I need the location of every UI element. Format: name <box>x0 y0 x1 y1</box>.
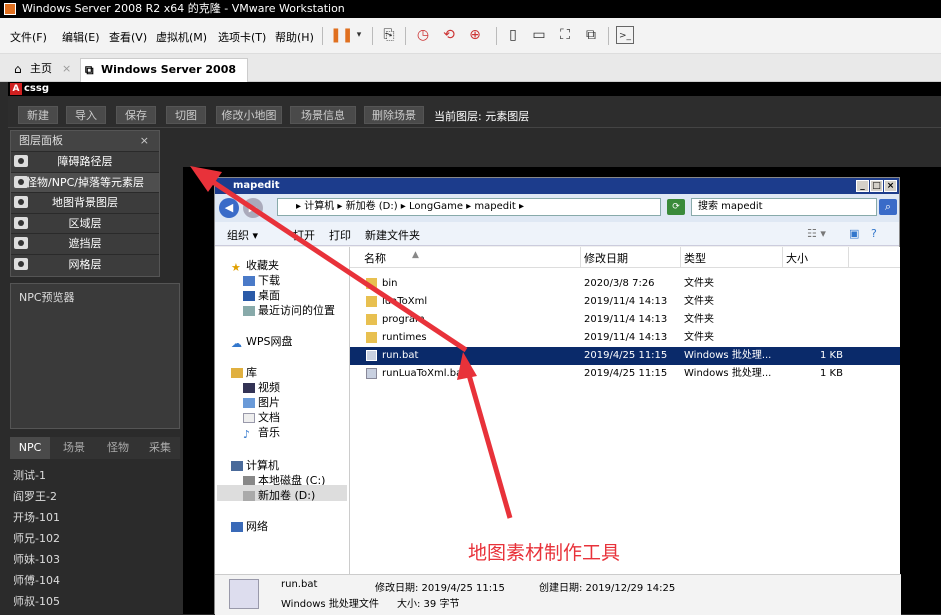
arrow-to-layer-panel <box>190 166 468 353</box>
caption-text: 地图素材制作工具 <box>468 542 621 564</box>
arrow-to-run-bat <box>457 352 513 519</box>
annotation-arrows <box>190 166 513 519</box>
